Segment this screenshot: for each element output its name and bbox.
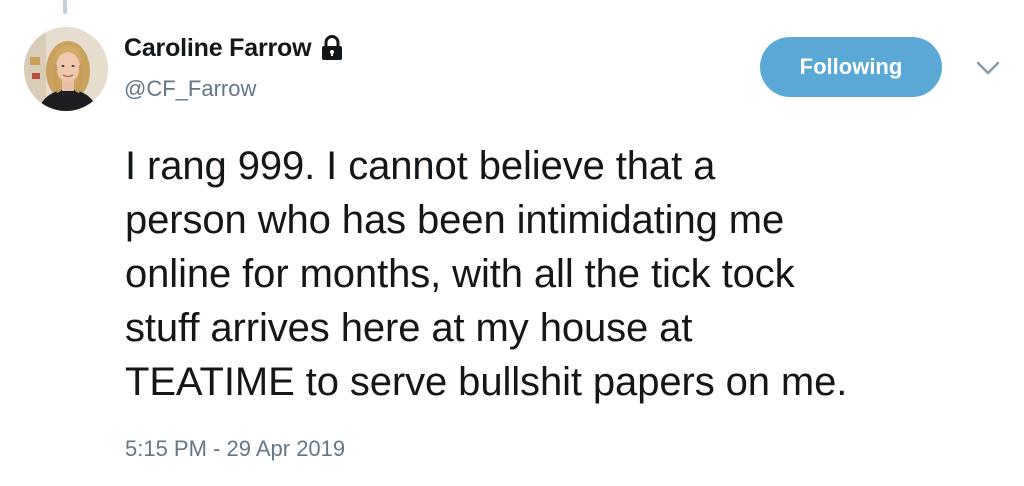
following-button[interactable]: Following: [760, 37, 942, 97]
tweet-line: TEATIME to serve bullshit papers on me.: [125, 360, 848, 404]
thread-connector-line: [63, 0, 67, 14]
tweet-text: I rang 999. I cannot believe that a pers…: [125, 139, 1005, 409]
tweet-timestamp[interactable]: 5:15 PM - 29 Apr 2019: [125, 436, 345, 462]
author-name-row: Caroline Farrow: [124, 30, 344, 66]
chevron-down-icon[interactable]: [974, 58, 1002, 78]
tweet-line: I rang 999. I cannot believe that a: [125, 144, 716, 188]
tweet-line: stuff arrives here at my house at: [125, 306, 693, 350]
lock-icon: [320, 35, 344, 61]
tweet-line: online for months, with all the tick toc…: [125, 252, 795, 296]
author-display-name[interactable]: Caroline Farrow: [124, 34, 312, 63]
profile-photo-icon: [24, 27, 108, 111]
author-handle[interactable]: @CF_Farrow: [124, 76, 256, 102]
avatar[interactable]: [24, 27, 108, 111]
tweet-line: person who has been intimidating me: [125, 198, 785, 242]
